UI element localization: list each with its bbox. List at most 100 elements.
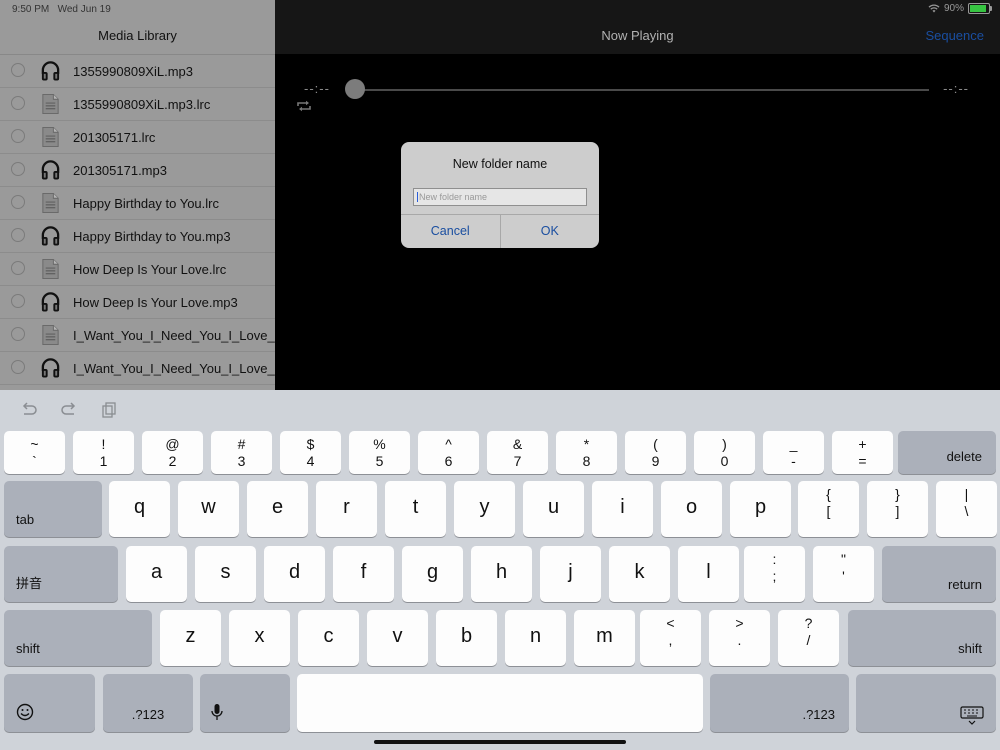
- letter-key[interactable]: y: [454, 481, 515, 537]
- key-digit[interactable]: #3: [211, 431, 272, 474]
- sequence-button[interactable]: Sequence: [925, 28, 984, 43]
- key-digit[interactable]: + =: [832, 431, 893, 474]
- key-top-label: @: [165, 436, 180, 452]
- numbers-key-right[interactable]: .?123: [710, 674, 849, 732]
- library-row[interactable]: Happy Birthday to You.lrc: [0, 187, 275, 220]
- key-digit[interactable]: ) 0: [694, 431, 755, 474]
- letter-key[interactable]: h: [471, 546, 532, 602]
- symbol-key[interactable]: <,: [640, 610, 701, 666]
- progress-thumb[interactable]: [345, 79, 365, 99]
- letter-key[interactable]: d: [264, 546, 325, 602]
- file-name: 201305171.mp3: [73, 162, 167, 178]
- key-bottom-label: 9: [651, 453, 660, 469]
- letter-key[interactable]: x: [229, 610, 290, 666]
- symbol-key[interactable]: ? /: [778, 610, 839, 666]
- library-row[interactable]: How Deep Is Your Love.mp3: [0, 286, 275, 319]
- key-tilde[interactable]: ~ `: [4, 431, 65, 474]
- key-digit[interactable]: & 7: [487, 431, 548, 474]
- key-digit[interactable]: ^ 6: [418, 431, 479, 474]
- library-row[interactable]: Happy Birthday to You.mp3: [0, 220, 275, 253]
- select-radio[interactable]: [11, 360, 25, 374]
- letter-key[interactable]: w: [178, 481, 239, 537]
- letter-key[interactable]: e: [247, 481, 308, 537]
- select-radio[interactable]: [11, 129, 25, 143]
- symbol-key[interactable]: }]: [867, 481, 928, 537]
- hide-keyboard-key[interactable]: [856, 674, 996, 732]
- emoji-key[interactable]: [4, 674, 95, 732]
- library-row[interactable]: 201305171.lrc: [0, 121, 275, 154]
- folder-name-input[interactable]: New folder name: [413, 188, 587, 206]
- letter-key[interactable]: z: [160, 610, 221, 666]
- letter-key[interactable]: r: [316, 481, 377, 537]
- select-radio[interactable]: [11, 228, 25, 242]
- paste-icon[interactable]: [100, 402, 118, 418]
- home-indicator[interactable]: [374, 740, 626, 744]
- select-radio[interactable]: [11, 63, 25, 77]
- letter-key[interactable]: v: [367, 610, 428, 666]
- library-row[interactable]: How Deep Is Your Love.lrc: [0, 253, 275, 286]
- letter-key[interactable]: p: [730, 481, 791, 537]
- key-label: g: [426, 561, 439, 583]
- tab-key[interactable]: tab: [4, 481, 102, 537]
- letter-key[interactable]: m: [574, 610, 635, 666]
- library-row[interactable]: 1355990809XiL.mp3.lrc: [0, 88, 275, 121]
- key-digit[interactable]: % 5: [349, 431, 410, 474]
- select-radio[interactable]: [11, 294, 25, 308]
- letter-key[interactable]: q: [109, 481, 170, 537]
- letter-key[interactable]: b: [436, 610, 497, 666]
- key-digit[interactable]: ! 1: [73, 431, 134, 474]
- symbol-key[interactable]: {[: [798, 481, 859, 537]
- cancel-button[interactable]: Cancel: [401, 215, 501, 248]
- letter-key[interactable]: o: [661, 481, 722, 537]
- progress-track[interactable]: [355, 89, 929, 91]
- key-digit[interactable]: _ -: [763, 431, 824, 474]
- select-radio[interactable]: [11, 261, 25, 275]
- symbol-key[interactable]: | \: [936, 481, 997, 537]
- key-label: r: [343, 496, 350, 518]
- letter-key[interactable]: f: [333, 546, 394, 602]
- key-digit[interactable]: (9: [625, 431, 686, 474]
- delete-key[interactable]: delete: [898, 431, 996, 474]
- letter-key[interactable]: j: [540, 546, 601, 602]
- letter-key[interactable]: s: [195, 546, 256, 602]
- key-digit[interactable]: * 8: [556, 431, 617, 474]
- library-row[interactable]: 201305171.mp3: [0, 154, 275, 187]
- key-digit[interactable]: @2: [142, 431, 203, 474]
- key-label: z: [185, 625, 196, 647]
- letter-key[interactable]: a: [126, 546, 187, 602]
- letter-key[interactable]: c: [298, 610, 359, 666]
- numbers-key-left[interactable]: .?123: [103, 674, 193, 732]
- letter-key[interactable]: k: [609, 546, 670, 602]
- symbol-key[interactable]: >.: [709, 610, 770, 666]
- space-bar[interactable]: [297, 674, 703, 732]
- shift-key-left[interactable]: shift: [4, 610, 152, 666]
- undo-icon[interactable]: [20, 402, 38, 418]
- select-radio[interactable]: [11, 195, 25, 209]
- key-top-label: ): [722, 436, 727, 452]
- symbol-key[interactable]: :;: [744, 546, 805, 602]
- select-radio[interactable]: [11, 327, 25, 341]
- letter-key[interactable]: g: [402, 546, 463, 602]
- shift-key-right[interactable]: shift: [848, 610, 996, 666]
- letter-key[interactable]: n: [505, 610, 566, 666]
- letter-key[interactable]: t: [385, 481, 446, 537]
- dictation-key[interactable]: [200, 674, 290, 732]
- symbol-key[interactable]: " ': [813, 546, 874, 602]
- library-row[interactable]: I_Want_You_I_Need_You_I_Love_You.mp3: [0, 352, 275, 385]
- key-top-label: }: [895, 486, 900, 502]
- select-radio[interactable]: [11, 96, 25, 110]
- on-screen-keyboard: ~ `! 1 @2 #3 $4% 5 ^ 6 & 7 * 8(9) 0 _ - + = delete tab q w e r t…: [0, 390, 1000, 750]
- repeat-icon[interactable]: [296, 99, 312, 113]
- media-library-panel: Media Library 1355990809XiL.mp3 135599080…: [0, 0, 276, 390]
- letter-key[interactable]: u: [523, 481, 584, 537]
- return-key[interactable]: return: [882, 546, 996, 602]
- letter-key[interactable]: i: [592, 481, 653, 537]
- redo-icon[interactable]: [60, 402, 78, 418]
- library-row[interactable]: I_Want_You_I_Need_You_I_Love_You.lrc: [0, 319, 275, 352]
- ok-button[interactable]: OK: [501, 215, 600, 248]
- letter-key[interactable]: l: [678, 546, 739, 602]
- key-digit[interactable]: $4: [280, 431, 341, 474]
- pinyin-key[interactable]: 拼音: [4, 546, 118, 602]
- select-radio[interactable]: [11, 162, 25, 176]
- library-row[interactable]: 1355990809XiL.mp3: [0, 55, 275, 88]
